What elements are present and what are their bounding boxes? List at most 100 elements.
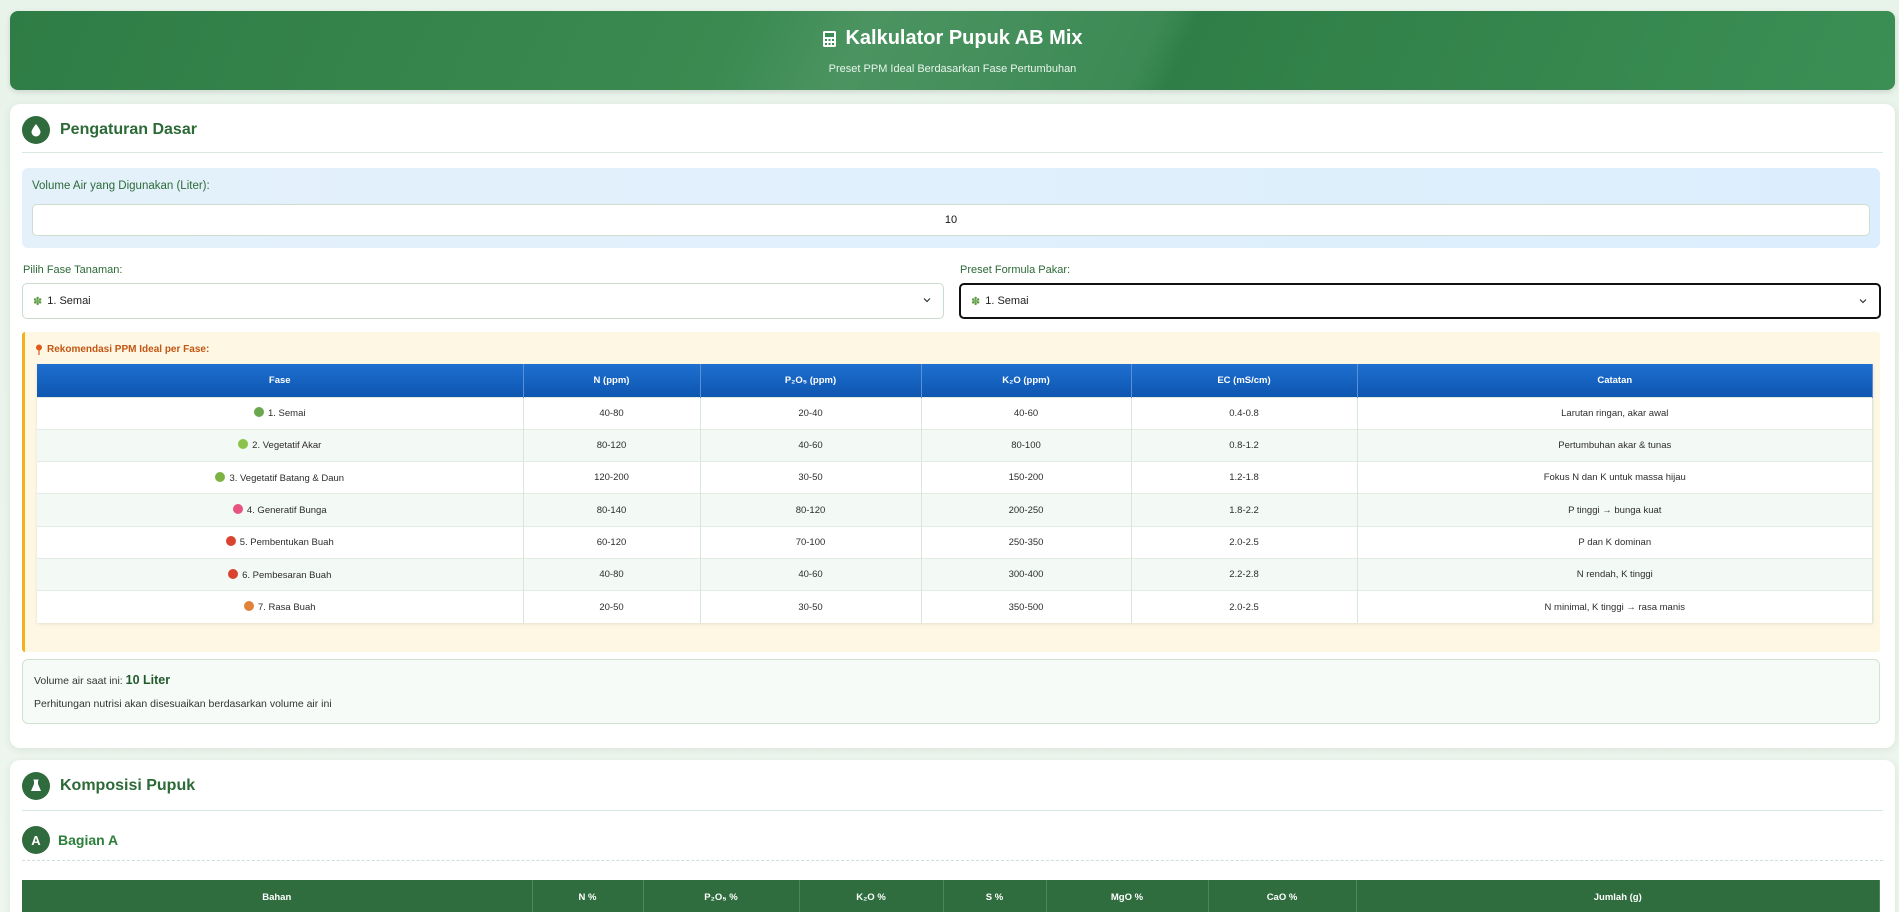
cell-text: 80-100 <box>1011 439 1041 451</box>
table-cell: 200-250 <box>921 493 1132 527</box>
cell-text: 2.0-2.5 <box>1229 536 1259 548</box>
app-subtitle: Preset PPM Ideal Berdasarkan Fase Pertum… <box>828 63 1077 75</box>
table-row: 2. Vegetatif Akar 80-120 40-60 80-100 0.8-1.… <box>37 428 1873 462</box>
app-title-row: Kalkulator Pupuk AB Mix <box>10 27 1895 50</box>
cell-text: 0.4-0.8 <box>1229 407 1259 419</box>
water-volume-input[interactable]: 10 <box>32 204 1870 236</box>
cell-text: 5. Pembentukan Buah <box>239 537 334 549</box>
cell-text: 60-120 <box>596 536 627 548</box>
cell-text: Pertumbuhan akar & tunas <box>1558 439 1672 451</box>
table-cell: 1.2-1.8 <box>1131 461 1358 494</box>
composition-divider <box>22 810 1883 811</box>
cell-text: 4. Generatif Bunga <box>246 505 327 517</box>
table-cell: 1.8-2.2 <box>1131 493 1358 527</box>
preset-select[interactable]: ✽ 1. Semai <box>959 283 1881 319</box>
table-cell: 250-350 <box>921 525 1132 559</box>
col-header: S % <box>943 880 1047 912</box>
cell-text: 2. Vegetatif Akar <box>252 440 322 452</box>
table-row: 4. Generatif Bunga 80-140 80-120 200-250 1.8… <box>37 493 1873 527</box>
preset-select-value: 1. Semai <box>985 295 1029 307</box>
seedling-icon: ✽ <box>971 295 981 308</box>
cell-text: 40-80 <box>599 407 624 419</box>
phase-cell: 7. Rasa Buah <box>37 590 524 624</box>
col-header: N (ppm) <box>523 364 701 397</box>
cell-text: 40-60 <box>798 439 823 451</box>
table-row: 1. Semai 40-80 20-40 40-60 0.4-0.8 Larutan ri… <box>37 396 1873 430</box>
col-header: CaO % <box>1208 880 1357 912</box>
table-cell: 80-100 <box>921 428 1132 462</box>
cell-text: 350-500 <box>1008 601 1044 613</box>
table-cell: 120-200 <box>523 461 701 494</box>
phase-cell: 4. Generatif Bunga <box>37 493 524 527</box>
col-header: EC (mS/cm) <box>1131 364 1358 397</box>
cell-text: 250-350 <box>1008 536 1044 548</box>
ppm-table: Fase N (ppm) P₂O₅ (ppm) K₂O (ppm) EC (mS… <box>37 364 1873 624</box>
cell-text: 70-100 <box>795 536 826 548</box>
cell-text: 30-50 <box>798 472 823 484</box>
table-cell: 80-120 <box>523 428 701 462</box>
table-cell: 2.0-2.5 <box>1131 590 1358 624</box>
cell-text: N minimal, K tinggi → rasa manis <box>1544 601 1685 613</box>
col-header: MgO % <box>1046 880 1209 912</box>
phase-select-value: 1. Semai <box>47 295 91 307</box>
cell-text: 6. Pembesaran Buah <box>242 569 332 581</box>
settings-title: Pengaturan Dasar <box>60 121 197 138</box>
table-cell: 2.0-2.5 <box>1131 525 1358 559</box>
chevron-down-icon <box>1859 299 1867 304</box>
col-header: Bahan <box>22 880 533 912</box>
water-volume-panel: Volume Air yang Digunakan (Liter): 10 <box>22 168 1880 248</box>
cell-text: 20-40 <box>798 407 823 419</box>
part-a-divider <box>22 860 1883 861</box>
recommendation-title: Rekomendasi PPM Ideal per Fase: <box>47 344 210 355</box>
herb-icon <box>238 439 249 450</box>
phase-select[interactable]: ✽ 1. Semai <box>22 283 944 319</box>
part-a-title: Bagian A <box>58 832 119 848</box>
col-header: Fase <box>37 364 524 397</box>
table-cell: 30-50 <box>700 590 922 624</box>
table-cell: 60-120 <box>523 525 701 559</box>
ppm-table-header: Fase N (ppm) P₂O₅ (ppm) K₂O (ppm) EC (mS… <box>37 364 1873 397</box>
ppm-recommendation-panel: Rekomendasi PPM Ideal per Fase: Fase N (… <box>22 332 1880 652</box>
table-cell: 0.8-1.2 <box>1131 428 1358 462</box>
cell-text: 1.2-1.8 <box>1229 472 1259 484</box>
flower-icon <box>232 504 243 515</box>
table-cell: 80-140 <box>523 493 701 527</box>
cell-text: 40-80 <box>599 569 624 581</box>
table-cell: 300-400 <box>921 557 1132 591</box>
recommendation-heading: Rekomendasi PPM Ideal per Fase: <box>35 344 209 355</box>
herb-icon <box>215 471 226 482</box>
water-info-box: Volume air saat ini: 10 Liter Perhitunga… <box>22 659 1880 724</box>
part-a-header: A Bagian A <box>22 826 118 854</box>
tomato-icon <box>228 568 239 579</box>
composition-title: Komposisi Pupuk <box>60 777 196 794</box>
col-header: K₂O (ppm) <box>921 364 1132 397</box>
col-header: P₂O₅ (ppm) <box>700 364 922 397</box>
table-row: 3. Vegetatif Batang & Daun 120-200 30-50 15… <box>37 461 1873 494</box>
cell-text: 0.8-1.2 <box>1229 439 1259 451</box>
table-row: 5. Pembentukan Buah 60-120 70-100 250-350 2.… <box>37 525 1873 559</box>
col-header: K₂O % <box>799 880 944 912</box>
cell-text: P tinggi → bunga kuat <box>1568 504 1662 516</box>
composition-header: Komposisi Pupuk <box>22 772 195 800</box>
cell-text: Larutan ringan, akar awal <box>1561 407 1669 419</box>
table-cell: 40-80 <box>523 396 701 430</box>
phase-cell: 6. Pembesaran Buah <box>37 557 524 591</box>
calculator-icon <box>823 30 837 47</box>
cell-text: 20-50 <box>599 601 624 613</box>
table-cell: 40-60 <box>700 557 922 591</box>
fertilizer-table: Bahan N % P₂O₅ % K₂O % S % MgO % CaO % J… <box>22 880 1880 912</box>
settings-divider <box>22 152 1883 153</box>
flask-icon <box>22 772 50 800</box>
table-cell: 2.2-2.8 <box>1131 557 1358 591</box>
cell-text: 150-200 <box>1008 472 1044 484</box>
table-cell: P dan K dominan <box>1357 525 1873 559</box>
table-cell: 20-40 <box>700 396 922 430</box>
cell-text: Fokus N dan K untuk massa hijau <box>1543 472 1686 484</box>
table-cell: 30-50 <box>700 461 922 494</box>
cell-text: 40-60 <box>1013 407 1039 419</box>
cell-text: 30-50 <box>798 601 823 613</box>
fertilizer-table-header: Bahan N % P₂O₅ % K₂O % S % MgO % CaO % J… <box>22 880 1880 912</box>
col-header: Catatan <box>1357 364 1873 397</box>
phase-cell: 2. Vegetatif Akar <box>37 428 524 462</box>
settings-header: Pengaturan Dasar <box>22 116 197 144</box>
